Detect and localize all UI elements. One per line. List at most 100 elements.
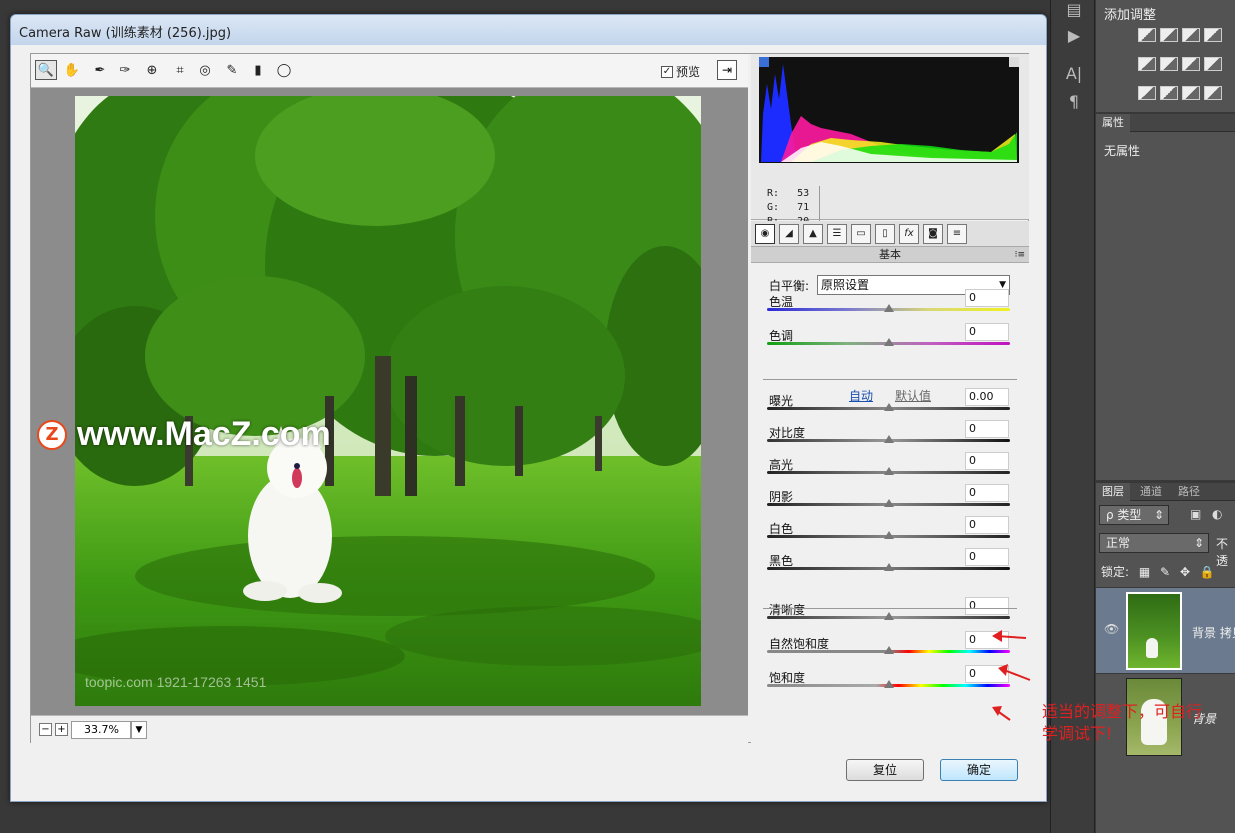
split-toning-tab-icon[interactable]: ▭ [851,224,871,244]
zoom-dropdown-icon[interactable]: ▼ [131,721,147,739]
photo-filter-icon[interactable] [1204,57,1222,71]
slider-value-field[interactable]: 0 [965,420,1009,438]
zoom-in-button[interactable]: + [55,723,68,736]
slider-knob[interactable] [883,338,894,346]
tab-channels[interactable]: 通道 [1134,483,1168,501]
graduated-filter-icon[interactable]: ▮ [247,60,269,80]
slider-value-field[interactable]: 0 [965,452,1009,470]
zoom-tool-icon[interactable]: 🔍 [35,60,57,80]
crop-tool-icon[interactable]: ⌗ [169,60,191,80]
slider-value-field[interactable]: 0 [965,597,1009,615]
layer-background-copy[interactable]: 👁 背景 拷贝 [1096,587,1235,673]
blend-mode-select[interactable]: 正常 ⇕ [1099,533,1209,553]
shadow-clipping-icon[interactable] [759,57,769,67]
preview-checkbox[interactable]: ✓ [661,65,673,78]
slider-value-field[interactable]: 0 [965,516,1009,534]
posterize-icon[interactable] [1160,86,1178,100]
slider-track[interactable] [767,304,1010,312]
slider-value-field[interactable]: 0 [965,548,1009,566]
slider-knob[interactable] [883,499,894,507]
slider-value-field[interactable]: 0.00 [965,388,1009,406]
zoom-out-button[interactable]: − [39,723,52,736]
hand-tool-icon[interactable]: ✋ [61,60,83,80]
image-filter-icon[interactable]: ▣ [1190,507,1201,521]
lens-tab-icon[interactable]: ▯ [875,224,895,244]
slider-knob[interactable] [883,646,894,654]
radial-filter-icon[interactable]: ◯ [273,60,295,80]
camera-calibration-tab-icon[interactable]: ◙ [923,224,943,244]
tab-paths[interactable]: 路径 [1172,483,1206,501]
layers-tabbar: 图层 通道 路径 [1096,483,1235,501]
detail-tab-icon[interactable]: ▲ [803,224,823,244]
kind-filter-label: ρ 类型 [1106,508,1142,522]
slider-track[interactable] [767,531,1010,539]
slider-knob[interactable] [883,403,894,411]
slider-track[interactable] [767,563,1010,571]
slider-track[interactable] [767,338,1010,346]
vibrance-icon[interactable] [1138,57,1156,71]
slider-knob[interactable] [883,467,894,475]
slider-value-field[interactable]: 0 [965,484,1009,502]
balance-icon[interactable] [1160,57,1178,71]
slider-track[interactable] [767,435,1010,443]
hsl-tab-icon[interactable]: ☰ [827,224,847,244]
auto-link[interactable]: 自动 [849,387,873,404]
paragraph-panel-icon[interactable]: ¶ [1063,92,1085,112]
slider-knob[interactable] [883,612,894,620]
lock-all-icon[interactable]: 🔒 [1200,565,1215,579]
fullscreen-toggle-icon[interactable]: ⇥ [717,60,737,80]
slider-track[interactable] [767,646,1010,654]
zoom-level-field[interactable]: 33.7% [71,721,131,739]
tab-properties[interactable]: 属性 [1096,114,1130,132]
g-label: G: [767,202,780,213]
preview-toggle[interactable]: ✓ 预览 [661,63,700,80]
slider-value-field[interactable]: 0 [965,323,1009,341]
blend-arrow-icon: ⇕ [1193,536,1204,550]
slider-knob[interactable] [883,531,894,539]
panel-menu-icon[interactable]: ⁝≡ [1015,247,1025,263]
slider-knob[interactable] [883,435,894,443]
default-link[interactable]: 默认值 [895,387,931,404]
reset-button[interactable]: 复位 [846,759,924,781]
straighten-tool-icon[interactable]: ◎ [194,60,216,80]
curves-icon[interactable] [1182,28,1200,42]
slider-knob[interactable] [883,304,894,312]
slider-track[interactable] [767,680,1010,688]
character-panel-icon[interactable]: A| [1063,64,1085,84]
slider-knob[interactable] [883,680,894,688]
gradient-map-icon[interactable] [1204,86,1222,100]
slider-knob[interactable] [883,563,894,571]
visibility-eye-icon[interactable]: 👁 [1104,622,1119,636]
color-sampler-tool-icon[interactable]: ✑ [114,60,136,80]
targeted-adjustment-icon[interactable]: ⊕ [141,60,163,80]
ok-button[interactable]: 确定 [940,759,1018,781]
tone-curve-tab-icon[interactable]: ◢ [779,224,799,244]
slider-track[interactable] [767,612,1010,620]
lock-row: 锁定: ▦ ✎ ✥ 🔒 [1101,563,1235,580]
invert-icon[interactable] [1138,86,1156,100]
layer-kind-filter[interactable]: ρ 类型 ⇕ [1099,505,1169,525]
fx-tab-icon[interactable]: fx [899,224,919,244]
actions-play-icon[interactable]: ▶ [1063,26,1085,46]
slider-value-field[interactable]: 0 [965,289,1009,307]
brightness-icon[interactable] [1138,28,1156,42]
levels-icon[interactable] [1160,28,1178,42]
slider-track[interactable] [767,467,1010,475]
white-balance-tool-icon[interactable]: ✒ [89,60,111,80]
tab-layers[interactable]: 图层 [1096,483,1130,501]
adjustment-brush-icon[interactable]: ✎ [221,60,243,80]
slider-track[interactable] [767,403,1010,411]
bw-icon[interactable] [1182,57,1200,71]
image-canvas[interactable]: toopic.com 1921-17263 1451 [31,88,748,715]
lock-brush-icon[interactable]: ✎ [1160,565,1170,579]
threshold-icon[interactable] [1182,86,1200,100]
exposure-icon[interactable] [1204,28,1222,42]
lock-transparent-icon[interactable]: ▦ [1139,565,1150,579]
basic-tab-icon[interactable]: ◉ [755,224,775,244]
slider-track[interactable] [767,499,1010,507]
adjust-filter-icon[interactable]: ◐ [1212,507,1222,521]
history-icon[interactable]: ▤ [1063,0,1085,20]
presets-tab-icon[interactable]: ≡ [947,224,967,244]
highlight-clipping-icon[interactable] [1009,57,1019,67]
lock-move-icon[interactable]: ✥ [1180,565,1190,579]
